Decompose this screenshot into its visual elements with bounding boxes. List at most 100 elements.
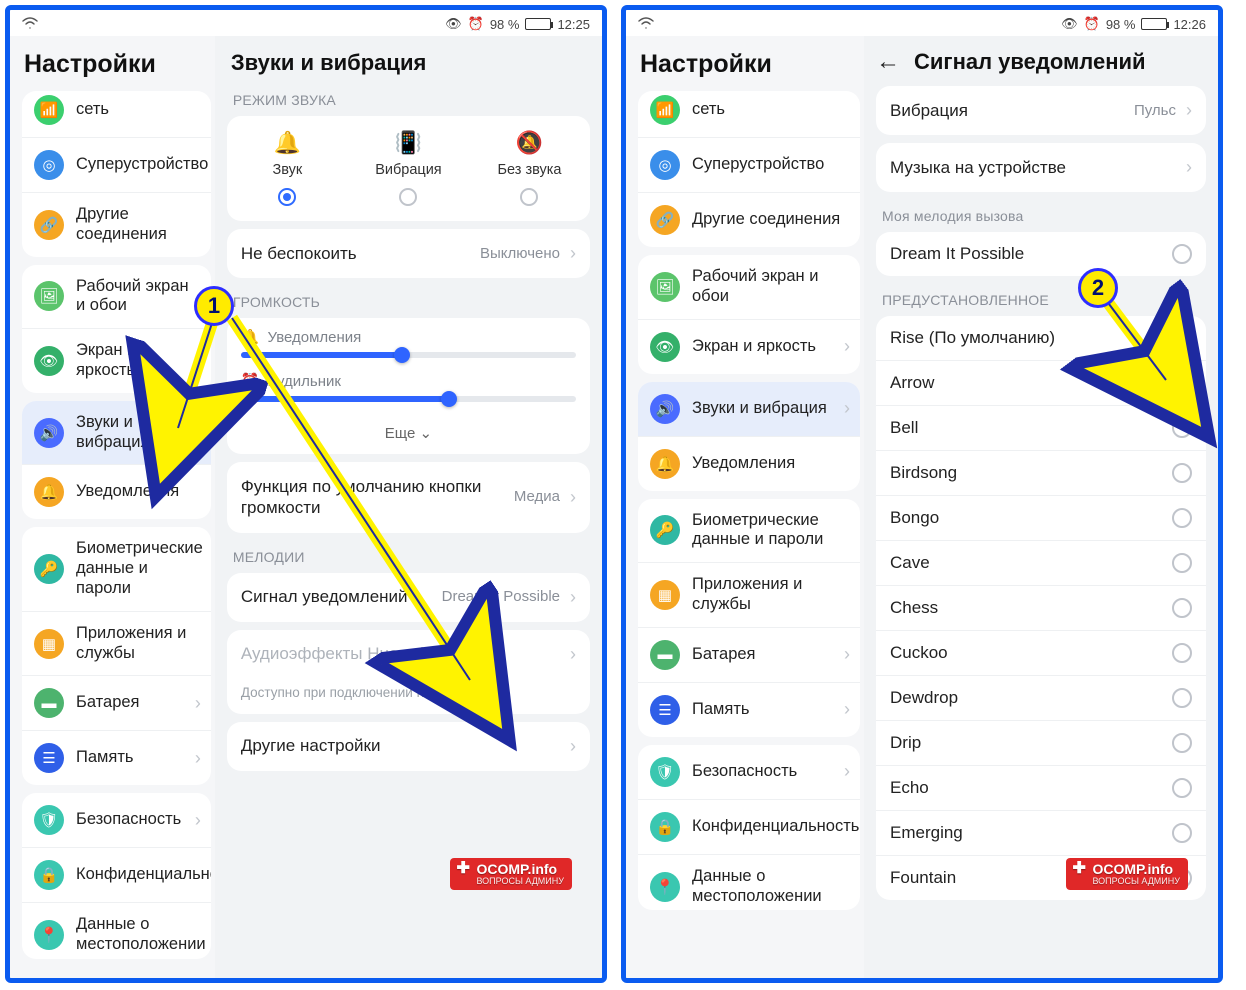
sidebar-item-homescreen[interactable]: 🖼 Рабочий экран и обои (22, 265, 211, 329)
status-bar: 👁 ⏰ 98 % 12:26 (626, 10, 1218, 36)
wallpaper-icon: 🖼 (34, 281, 64, 311)
chevron-right-icon: › (195, 748, 201, 769)
sidebar-item-privacy[interactable]: 🔒 Конфиденциальность (22, 847, 211, 902)
ringtone-fountain[interactable]: Fountain (876, 855, 1206, 900)
radio (399, 188, 417, 206)
sidebar-item-location[interactable]: 📍 Данные о местоположении (22, 902, 211, 959)
sidebar-item-superdevice[interactable]: ◎ Суперустройство (22, 137, 211, 192)
radio (1172, 373, 1192, 393)
radio (520, 188, 538, 206)
slider-notifications[interactable] (241, 352, 576, 358)
row-notification-sound[interactable]: Сигнал уведомлений Dream It Possible › (227, 573, 590, 622)
sidebar-item-security[interactable]: 🛡Безопасность› (638, 745, 860, 799)
sidebar-item-other-connections[interactable]: 🔗 Другие соединения (22, 192, 211, 257)
ringtone-dream-it-possible[interactable]: Dream It Possible (876, 232, 1206, 276)
histen-hint: Доступно при подключении наушников (227, 679, 590, 714)
sidebar-item-notifications[interactable]: 🔔 Уведомления (22, 464, 211, 519)
ringtone-rise[interactable]: Rise (По умолчанию) (876, 316, 1206, 360)
volume-more[interactable]: Еще ⌄ (227, 420, 590, 454)
sidebar-item-biometrics[interactable]: 🔑 Биометрические данные и пароли (22, 527, 211, 610)
wallpaper-icon: 🖼 (650, 272, 680, 302)
back-button[interactable]: ← (876, 48, 900, 76)
bell-icon: 🔔 (650, 449, 680, 479)
settings-sidebar: Настройки 📶 сеть ◎ Суперустройство 🔗 Дру… (10, 36, 215, 978)
mode-vibrate[interactable]: 📳 Вибрация (348, 116, 469, 221)
sidebar-title: Настройки (24, 50, 209, 79)
sidebar-item-privacy[interactable]: 🔒Конфиденциальность (638, 799, 860, 854)
ringtone-cave[interactable]: Cave (876, 540, 1206, 585)
mode-sound[interactable]: 🔔 Звук (227, 116, 348, 221)
sound-icon: 🔊 (34, 418, 64, 448)
page-title: Сигнал уведомлений (914, 49, 1146, 75)
alarm-small-icon: ⏰ (241, 372, 260, 390)
key-icon: 🔑 (650, 515, 680, 545)
slider-alarm[interactable] (241, 396, 576, 402)
section-preset: ПРЕДУСТАНОВЛЕННОЕ (882, 292, 1200, 308)
row-dnd[interactable]: Не беспокоить Выключено › (227, 229, 590, 278)
chevron-right-icon: › (844, 398, 850, 419)
section-sound-mode: РЕЖИМ ЗВУКА (233, 92, 584, 108)
sidebar-item-security[interactable]: 🛡 Безопасность › (22, 793, 211, 847)
radio (1172, 244, 1192, 264)
shield-icon: 🛡 (34, 805, 64, 835)
sidebar-item-battery[interactable]: ▬ Батарея › (22, 675, 211, 730)
ringtone-emerging[interactable]: Emerging (876, 810, 1206, 855)
status-bar: 👁 ⏰ 98 % 12:25 (10, 10, 602, 36)
silent-icon: 🔕 (473, 130, 586, 156)
chevron-right-icon: › (844, 699, 850, 720)
vibrate-icon: 📳 (352, 130, 465, 156)
ringtone-echo[interactable]: Echo (876, 765, 1206, 810)
ringtone-bell[interactable]: Bell (876, 405, 1206, 450)
bell-small-icon: 🔔 (241, 328, 260, 346)
ringtone-birdsong[interactable]: Birdsong (876, 450, 1206, 495)
ringtone-bongo[interactable]: Bongo (876, 495, 1206, 540)
radio (1172, 553, 1192, 573)
mode-silent[interactable]: 🔕 Без звука (469, 116, 590, 221)
row-vibration[interactable]: Вибрация Пульс › (876, 86, 1206, 135)
row-volume-button-default[interactable]: Функция по умолчанию кнопки громкости Ме… (227, 462, 590, 533)
ringtone-arrow[interactable]: Arrow (876, 360, 1206, 405)
sidebar-item-apps[interactable]: ▦ Приложения и службы (22, 611, 211, 676)
sidebar-item-storage[interactable]: ☰Память› (638, 682, 860, 737)
sidebar-item-apps[interactable]: ▦Приложения и службы (638, 562, 860, 627)
radio (1172, 418, 1192, 438)
location-icon: 📍 (34, 920, 64, 950)
section-melodies: МЕЛОДИИ (233, 549, 584, 565)
sidebar-item-sound[interactable]: 🔊 Звуки и вибрация › (22, 401, 211, 465)
radio (1172, 733, 1192, 753)
location-icon: 📍 (650, 872, 680, 902)
ringtone-drip[interactable]: Drip (876, 720, 1206, 765)
sidebar-item-display[interactable]: 👁Экран и яркость› (638, 319, 860, 374)
sidebar-item-notifications[interactable]: 🔔Уведомления (638, 436, 860, 491)
page-title: Звуки и вибрация (231, 50, 586, 76)
apps-icon: ▦ (650, 580, 680, 610)
sidebar-item-biometrics[interactable]: 🔑Биометрические данные и пароли (638, 499, 860, 563)
sidebar-item-sound[interactable]: 🔊Звуки и вибрация› (638, 382, 860, 436)
link-icon: 🔗 (650, 205, 680, 235)
sidebar-item-display[interactable]: 👁 Экран и яркость › (22, 328, 211, 393)
sidebar-item-superdevice[interactable]: ◎Суперустройство (638, 137, 860, 192)
row-other-settings[interactable]: Другие настройки › (227, 722, 590, 771)
superdevice-icon: ◎ (34, 150, 64, 180)
privacy-icon: 🔒 (650, 812, 680, 842)
ringtone-dewdrop[interactable]: Dewdrop (876, 675, 1206, 720)
sidebar-item-network[interactable]: 📶 сеть (22, 91, 211, 137)
clock: 12:26 (1173, 17, 1206, 32)
battery-menu-icon: ▬ (650, 640, 680, 670)
brightness-icon: 👁 (650, 332, 680, 362)
ringtone-chess[interactable]: Chess (876, 585, 1206, 630)
battery-icon (1141, 18, 1167, 30)
ringtone-cuckoo[interactable]: Cuckoo (876, 630, 1206, 675)
sidebar-item-location[interactable]: 📍Данные о местоположении (638, 854, 860, 911)
sidebar-item-other-connections[interactable]: 🔗Другие соединения (638, 192, 860, 247)
battery-percent: 98 % (1106, 17, 1136, 32)
sidebar-item-homescreen[interactable]: 🖼Рабочий экран и обои (638, 255, 860, 319)
row-device-music[interactable]: Музыка на устройстве › (876, 143, 1206, 192)
chevron-right-icon: › (570, 644, 576, 665)
network-icon: 📶 (34, 95, 64, 125)
sidebar-item-battery[interactable]: ▬Батарея› (638, 627, 860, 682)
phone-screenshot-left: 👁 ⏰ 98 % 12:25 Настройки 📶 сеть ◎ Суперу… (5, 5, 607, 983)
sidebar-item-network[interactable]: 📶сеть (638, 91, 860, 137)
sidebar-item-storage[interactable]: ☰ Память › (22, 730, 211, 785)
shield-icon: 🛡 (650, 757, 680, 787)
